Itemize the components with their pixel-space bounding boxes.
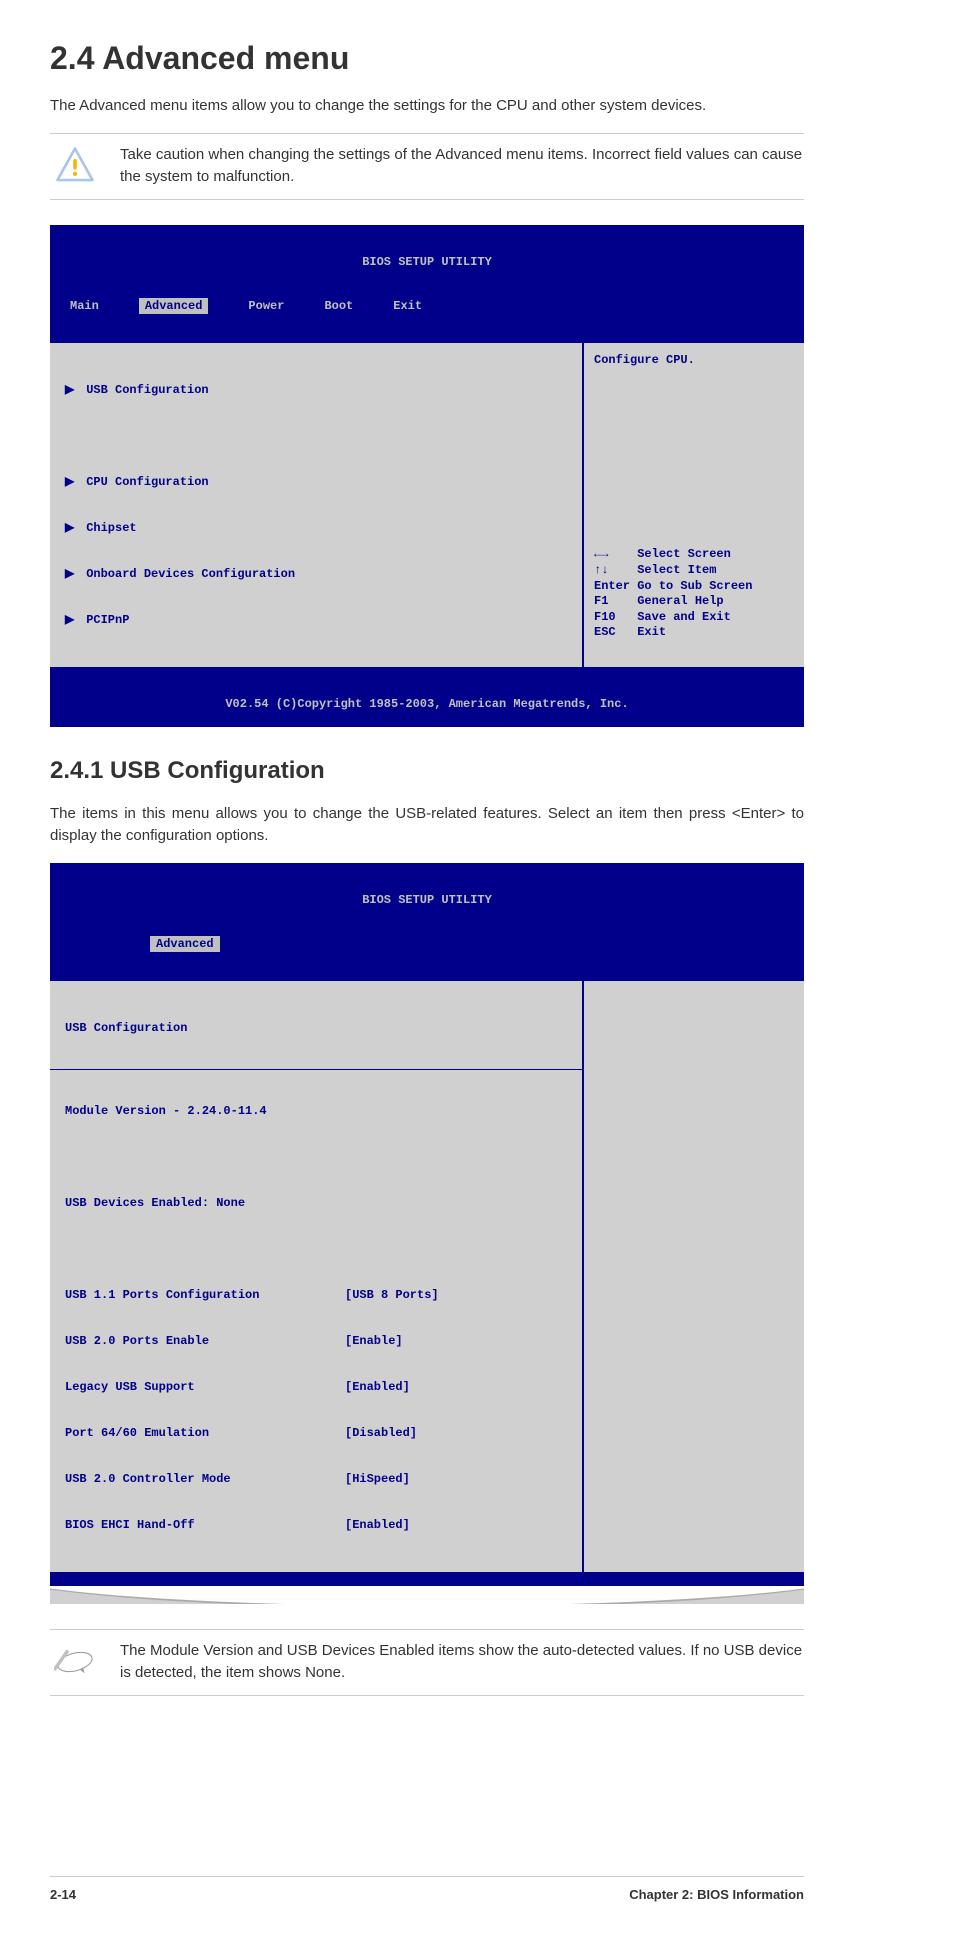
setting-legacy-usb[interactable]: Legacy USB Support[Enabled] (65, 1378, 567, 1396)
usb-config-header: USB Configuration (65, 1019, 567, 1037)
key-help-item: General Help (637, 594, 723, 608)
bios-tab-main[interactable]: Main (70, 298, 99, 314)
bios-title: BIOS SETUP UTILITY (50, 891, 804, 907)
intro-paragraph: The Advanced menu items allow you to cha… (50, 95, 804, 118)
page-title: 2.4 Advanced menu (50, 40, 804, 77)
bios-title: BIOS SETUP UTILITY (50, 253, 804, 269)
setting-value: [Enable] (345, 1332, 403, 1350)
page-footer: 2-14 Chapter 2: BIOS Information (50, 1876, 804, 1902)
bios-right-panel (584, 981, 804, 1572)
key-help-key: ESC (594, 625, 616, 639)
bios-tab-advanced[interactable]: Advanced (150, 936, 220, 952)
setting-port6460[interactable]: Port 64/60 Emulation[Disabled] (65, 1424, 567, 1442)
bios-screen-advanced: BIOS SETUP UTILITY Main Advanced Power B… (50, 225, 804, 727)
setting-usb20-mode[interactable]: USB 2.0 Controller Mode[HiSpeed] (65, 1470, 567, 1488)
key-help-key: Enter (594, 579, 630, 593)
menu-item-label: USB Configuration (86, 383, 208, 397)
warning-text: Take caution when changing the settings … (120, 144, 804, 189)
menu-item-label: PCIPnP (86, 613, 129, 627)
bios-tab-advanced[interactable]: Advanced (139, 298, 209, 314)
setting-value: [HiSpeed] (345, 1470, 410, 1488)
setting-label: BIOS EHCI Hand-Off (65, 1516, 345, 1534)
key-help-item: Select Item (637, 563, 716, 577)
note-callout: The Module Version and USB Devices Enabl… (50, 1629, 804, 1696)
chapter-label: Chapter 2: BIOS Information (629, 1887, 804, 1902)
setting-value: [Enabled] (345, 1516, 410, 1534)
warning-callout: Take caution when changing the settings … (50, 133, 804, 200)
separator (50, 1069, 582, 1070)
section-title-usb: 2.4.1 USB Configuration (50, 757, 804, 785)
bios-right-panel: Configure CPU. ←→ Select Screen ↑↓ Selec… (584, 343, 804, 667)
setting-label: USB 1.1 Ports Configuration (65, 1286, 345, 1304)
bios-menubar: Advanced (50, 935, 804, 953)
bios-menubar: Main Advanced Power Boot Exit (50, 297, 804, 315)
page-curl-decoration (50, 1586, 804, 1604)
menu-item-pcipnp[interactable]: ▶ PCIPnP (65, 611, 567, 629)
warning-icon (50, 145, 100, 187)
menu-item-label: CPU Configuration (86, 475, 208, 489)
spacer (65, 1148, 567, 1166)
setting-value: [Enabled] (345, 1378, 410, 1396)
usb-devices-enabled: USB Devices Enabled: None (65, 1194, 567, 1212)
menu-item-usb[interactable]: ▶ USB Configuration (65, 381, 567, 399)
key-help-key: F1 (594, 594, 608, 608)
menu-item-onboard[interactable]: ▶ Onboard Devices Configuration (65, 565, 567, 583)
bios-key-help: ←→ Select Screen ↑↓ Select Item Enter Go… (594, 532, 794, 657)
spacer (65, 1240, 567, 1258)
bios-tab-power[interactable]: Power (248, 298, 284, 314)
key-help-item: Exit (637, 625, 666, 639)
menu-item-chipset[interactable]: ▶ Chipset (65, 519, 567, 537)
setting-value: [USB 8 Ports] (345, 1286, 439, 1304)
menu-item-cpu[interactable]: ▶ CPU Configuration (65, 473, 567, 491)
setting-usb11-ports[interactable]: USB 1.1 Ports Configuration[USB 8 Ports] (65, 1286, 567, 1304)
key-help-item: Save and Exit (637, 610, 731, 624)
bios-tab-boot[interactable]: Boot (324, 298, 353, 314)
page-number: 2-14 (50, 1887, 76, 1902)
bios-copyright-footer: V02.54 (C)Copyright 1985-2003, American … (50, 695, 804, 713)
setting-ehci-handoff[interactable]: BIOS EHCI Hand-Off[Enabled] (65, 1516, 567, 1534)
bios-left-panel: ▶ USB Configuration ▶ CPU Configuration … (50, 343, 584, 667)
note-icon (50, 1646, 100, 1678)
setting-label: USB 2.0 Controller Mode (65, 1470, 345, 1488)
setting-label: Legacy USB Support (65, 1378, 345, 1396)
spacer (65, 427, 567, 445)
bios-help-text: Configure CPU. (594, 353, 794, 367)
menu-item-label: Onboard Devices Configuration (86, 567, 295, 581)
setting-usb20-enable[interactable]: USB 2.0 Ports Enable[Enable] (65, 1332, 567, 1350)
bios-left-panel: USB Configuration Module Version - 2.24.… (50, 981, 584, 1572)
usb-intro-paragraph: The items in this menu allows you to cha… (50, 803, 804, 848)
setting-value: [Disabled] (345, 1424, 417, 1442)
bios-tab-exit[interactable]: Exit (393, 298, 422, 314)
module-version: Module Version - 2.24.0-11.4 (65, 1102, 567, 1120)
key-help-item: Go to Sub Screen (637, 579, 752, 593)
setting-label: USB 2.0 Ports Enable (65, 1332, 345, 1350)
note-text: The Module Version and USB Devices Enabl… (120, 1640, 804, 1685)
key-help-key: F10 (594, 610, 616, 624)
key-help-item: Select Screen (637, 547, 731, 561)
setting-label: Port 64/60 Emulation (65, 1424, 345, 1442)
bios-screen-usb: BIOS SETUP UTILITY Advanced USB Configur… (50, 863, 804, 1586)
menu-item-label: Chipset (86, 521, 136, 535)
